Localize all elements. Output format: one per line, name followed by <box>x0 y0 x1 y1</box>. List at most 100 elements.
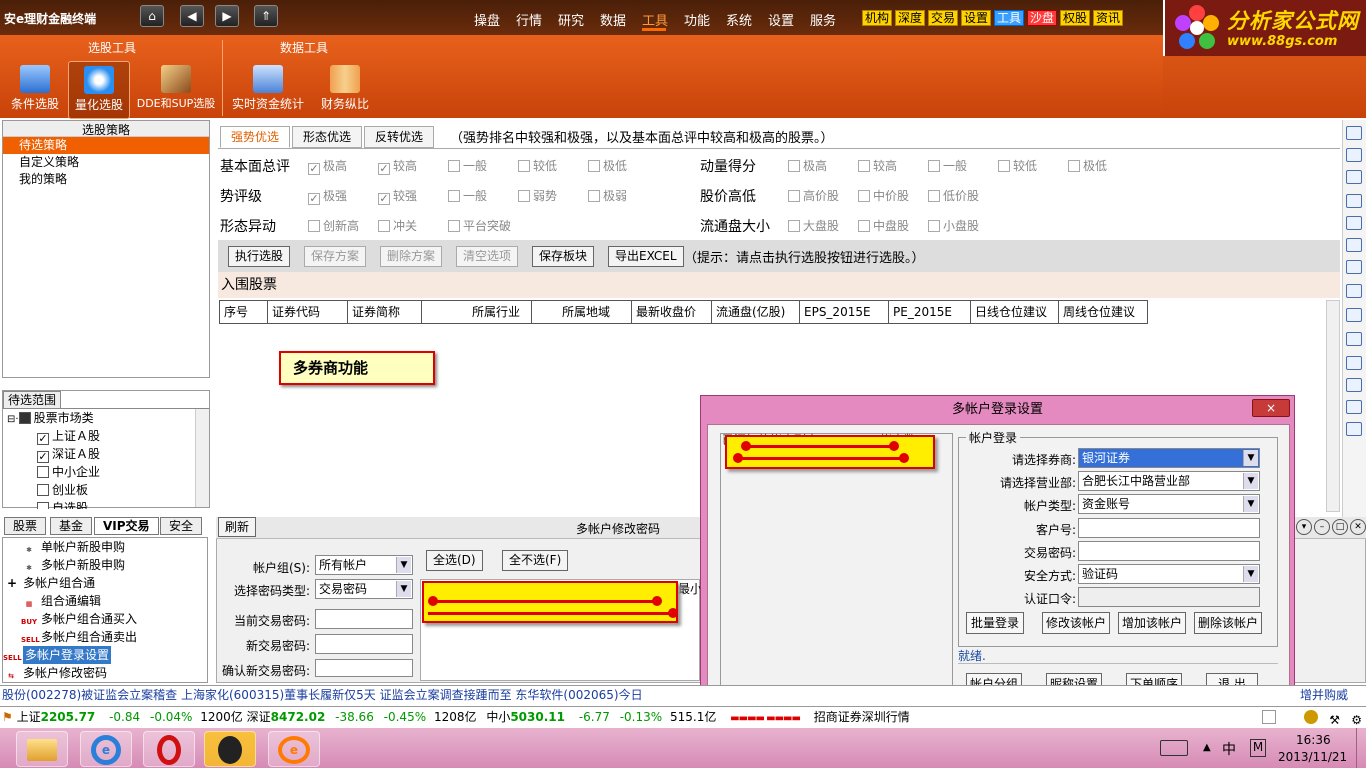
opt-price-mid[interactable]: 中价股 <box>858 187 909 204</box>
menu-combo-edit[interactable]: ▦ 组合通编辑 <box>3 592 207 610</box>
tool-quant-select[interactable]: 量化选股 <box>68 61 130 119</box>
f11-icon[interactable] <box>1346 332 1362 346</box>
opt-pattern-new-high[interactable]: 创新高 <box>308 217 359 234</box>
opt-trend-very-strong[interactable]: ✓ 极强 <box>308 187 347 205</box>
tab-pattern[interactable]: 形态优选 <box>292 126 363 148</box>
tree-item-sh-a[interactable]: ✓ 上证Ａ股 <box>7 427 209 445</box>
top-button[interactable]: ⇑ <box>254 5 278 27</box>
pwd-type-select[interactable]: 交易密码 ▼ <box>315 579 413 599</box>
dialog-close-button[interactable]: × <box>1252 399 1290 417</box>
folder-icon[interactable] <box>16 731 68 767</box>
grid-icon[interactable] <box>1346 216 1362 230</box>
current-pwd-input[interactable] <box>315 609 413 629</box>
menu-tools[interactable]: 工具 <box>642 10 668 29</box>
save-scheme-button[interactable]: 保存方案 <box>304 246 367 267</box>
quick-institution[interactable]: 机构 <box>862 10 893 26</box>
tab-reversal[interactable]: 反转优选 <box>364 126 435 148</box>
formula-icon[interactable] <box>1346 400 1362 414</box>
opt-pattern-break[interactable]: 冲关 <box>378 217 417 234</box>
refresh-button[interactable]: 刷新 <box>218 517 257 537</box>
batch-login-button[interactable]: 批量登录 <box>966 612 1024 634</box>
ie-icon[interactable]: e <box>80 731 132 767</box>
back-button[interactable]: ◀ <box>180 5 204 27</box>
app-e-icon[interactable]: e <box>268 731 320 767</box>
account-group-select[interactable]: 所有帐户 ▼ <box>315 555 413 575</box>
table-icon[interactable] <box>1346 284 1362 298</box>
opt-float-mid[interactable]: 中盘股 <box>858 217 909 234</box>
export-excel-button[interactable]: 导出EXCEL <box>608 246 684 267</box>
save-block-button[interactable]: 保存板块 <box>532 246 595 267</box>
checkbox-checked[interactable]: ✓ <box>37 451 49 463</box>
tool-dde-sup[interactable]: DDE和SUP选股 <box>136 61 216 119</box>
col-weekly[interactable]: 周线仓位建议 <box>1059 301 1147 323</box>
lock-icon[interactable] <box>1304 710 1318 724</box>
quick-sandbox[interactable]: 沙盘 <box>1027 10 1058 26</box>
col-eps[interactable]: EPS_2015E <box>800 301 889 323</box>
trade-tab-security[interactable]: 安全 <box>160 517 203 535</box>
menu-multi-combo[interactable]: + 多帐户组合通 <box>3 574 207 592</box>
opt-pattern-platform[interactable]: 平台突破 <box>448 217 511 234</box>
account-list-box[interactable] <box>720 433 953 691</box>
opt-fund-very-high[interactable]: ✓ 极高 <box>308 157 347 175</box>
opt-trend-strong[interactable]: ✓ 较强 <box>378 187 417 205</box>
run-select-button[interactable]: 执行选股 <box>228 246 291 267</box>
news-ticker-text[interactable]: 股份(002278)被证监会立案稽查 上海家化(600315)董事长履新仅5天 … <box>0 688 643 702</box>
close-icon[interactable]: ✕ <box>1350 519 1366 535</box>
menu-service[interactable]: 服务 <box>810 10 836 29</box>
select-none-button[interactable]: 全不选(F) <box>502 550 569 571</box>
menu-combo-buy[interactable]: BUY 多帐户组合通买入 <box>3 610 207 628</box>
opt-mom-mid[interactable]: 一般 <box>928 157 967 174</box>
tool-financial-compare[interactable]: 财务纵比 <box>314 61 376 119</box>
trade-tab-vip[interactable]: VIP交易 <box>94 517 159 535</box>
home-button[interactable]: ⌂ <box>140 5 164 27</box>
line-chart-icon[interactable] <box>1346 238 1362 252</box>
opt-price-low[interactable]: 低价股 <box>928 187 979 204</box>
edit-account-button[interactable]: 修改该帐户 <box>1042 612 1110 634</box>
opt-fund-very-low[interactable]: 极低 <box>588 157 627 174</box>
menu-single-ipo[interactable]: ✱ 单帐户新股申购 <box>3 538 207 556</box>
checkbox[interactable] <box>37 502 49 509</box>
f10-icon[interactable] <box>1346 308 1362 322</box>
tree-item-sme[interactable]: 中小企业 <box>7 463 209 481</box>
col-code[interactable]: 证券代码 <box>268 301 348 323</box>
message-icon[interactable] <box>1262 710 1276 724</box>
tree-scrollbar[interactable] <box>195 409 209 507</box>
menu-data[interactable]: 数据 <box>600 10 626 29</box>
menu-login-settings[interactable]: SELL 多帐户登录设置 <box>3 646 207 664</box>
show-desktop-button[interactable] <box>1356 728 1366 768</box>
circle-icon[interactable] <box>1346 422 1362 436</box>
tree-item-sz-a[interactable]: ✓ 深证Ａ股 <box>7 445 209 463</box>
select-all-button[interactable]: 全选(D) <box>426 550 483 571</box>
arrow-down-icon[interactable] <box>1346 170 1362 184</box>
trade-tab-fund[interactable]: 基金 <box>50 517 93 535</box>
client-input[interactable] <box>1078 518 1260 538</box>
col-region[interactable]: 所属地域 <box>532 301 632 323</box>
branch-select[interactable]: 合肥长江中路营业部 ▼ <box>1078 471 1260 491</box>
strategy-mine[interactable]: 我的策略 <box>3 171 209 188</box>
broker-select[interactable]: 银河证券 ▼ <box>1078 448 1260 468</box>
clear-options-button[interactable]: 清空选项 <box>456 246 519 267</box>
quick-rights[interactable]: 权股 <box>1060 10 1091 26</box>
menu-settings[interactable]: 设置 <box>768 10 794 29</box>
delete-account-button[interactable]: 删除该帐户 <box>1194 612 1262 634</box>
tree-item-watchlist[interactable]: 自选股 <box>7 499 209 509</box>
arrow-up-icon[interactable] <box>1346 148 1362 162</box>
add-account-button[interactable]: 增加该帐户 <box>1118 612 1186 634</box>
strategy-pending[interactable]: 待选策略 <box>3 137 209 154</box>
opt-float-small[interactable]: 小盘股 <box>928 217 979 234</box>
col-name[interactable]: 证券简称 <box>348 301 422 323</box>
new-pwd-input[interactable] <box>315 634 413 654</box>
quick-tools[interactable]: 工具 <box>994 10 1025 26</box>
maximize-icon[interactable]: □ <box>1332 519 1348 535</box>
delete-scheme-button[interactable]: 删除方案 <box>380 246 443 267</box>
trade-pwd-input[interactable] <box>1078 541 1260 561</box>
tab-strong[interactable]: 强势优选 <box>220 126 291 148</box>
quick-news[interactable]: 资讯 <box>1093 10 1124 26</box>
menu-system[interactable]: 系统 <box>726 10 752 29</box>
opt-fund-low[interactable]: 较低 <box>518 157 557 174</box>
col-seq[interactable]: 序号 <box>220 301 268 323</box>
menu-trade[interactable]: 操盘 <box>474 10 500 29</box>
opt-mom-very-high[interactable]: 极高 <box>788 157 827 174</box>
ime-mode[interactable]: M <box>1250 739 1266 757</box>
keyboard-icon[interactable] <box>1160 740 1188 756</box>
